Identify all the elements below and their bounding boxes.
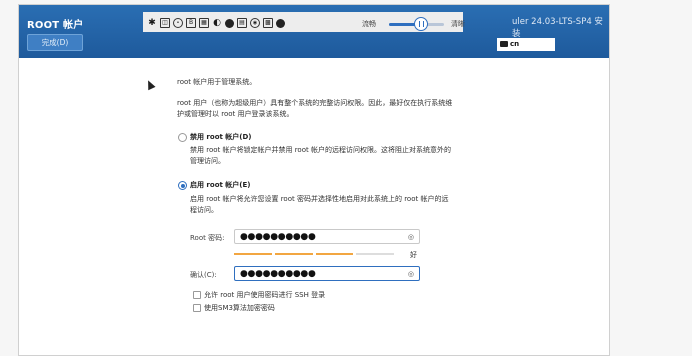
display-icon[interactable]: ▤ bbox=[237, 18, 247, 28]
grid-icon[interactable]: ▦ bbox=[199, 18, 209, 28]
desc-line-1: root 用户（也称为超级用户）具有整个系统的完整访问权限。因此，最好仅在执行系… bbox=[177, 99, 453, 107]
root-password-label: Root 密码: bbox=[190, 234, 225, 242]
disable-desc-2: 管理访问。 bbox=[190, 157, 225, 165]
disable-root-radio[interactable] bbox=[178, 133, 187, 142]
show-password-icon[interactable]: ◎ bbox=[408, 233, 414, 241]
quality-slider-thumb[interactable] bbox=[414, 17, 428, 31]
password-strength-label: 好 bbox=[410, 251, 417, 259]
root-password-value: ●●●●●●●●●● bbox=[240, 232, 316, 242]
contrast-icon[interactable]: ◐ bbox=[212, 18, 222, 28]
strength-segment bbox=[356, 253, 394, 255]
allow-ssh-label[interactable]: 允许 root 用户使用密码进行 SSH 登录 bbox=[204, 290, 325, 300]
help-icon[interactable] bbox=[276, 18, 285, 28]
keyboard-layout-label: cn bbox=[510, 40, 520, 48]
clear-label: 清晰 bbox=[451, 20, 465, 28]
confirm-password-value: ●●●●●●●●●● bbox=[240, 269, 316, 279]
password-strength-bar bbox=[234, 253, 394, 256]
enable-desc-1: 启用 root 帐户将允许您设置 root 密码并选择性地启用对此系统上的 ro… bbox=[190, 195, 449, 203]
target-icon[interactable]: • bbox=[173, 18, 183, 28]
product-title: uler 24.03-LTS-SP4 安装 bbox=[512, 17, 603, 39]
flow-label: 流畅 bbox=[362, 20, 376, 28]
screen-background: ROOT 帐户 完成(D) ✱ ◫ • B ▦ ◐ ▤ ◉ ▩ 流畅 清晰 ul… bbox=[0, 0, 692, 356]
strength-segment bbox=[315, 253, 354, 255]
intro-text: root 帐户用于管理系统。 bbox=[177, 78, 257, 86]
confirm-password-input[interactable]: ●●●●●●●●●● ◎ bbox=[234, 266, 420, 281]
done-button[interactable]: 完成(D) bbox=[27, 34, 83, 51]
desc-line-2: 护或管理时以 root 用户登录该系统。 bbox=[177, 110, 294, 118]
sm3-checkbox[interactable] bbox=[193, 304, 201, 312]
bold-icon[interactable]: B bbox=[186, 18, 196, 28]
color-icon[interactable] bbox=[225, 18, 234, 28]
strength-segment bbox=[274, 253, 313, 255]
confirm-password-label: 确认(C): bbox=[190, 271, 217, 279]
keyboard-icon[interactable]: ▩ bbox=[263, 18, 273, 28]
header-bar: ROOT 帐户 完成(D) ✱ ◫ • B ▦ ◐ ▤ ◉ ▩ 流畅 清晰 ul… bbox=[19, 5, 609, 58]
keyboard-icon bbox=[500, 41, 508, 47]
mouse-pointer-icon bbox=[144, 78, 156, 91]
pin-icon[interactable]: ✱ bbox=[147, 18, 157, 28]
show-confirm-password-icon[interactable]: ◎ bbox=[408, 270, 414, 278]
keyboard-layout-indicator[interactable]: cn bbox=[497, 38, 555, 51]
eye-filter-icon[interactable]: ◉ bbox=[250, 18, 260, 28]
root-password-input[interactable]: ●●●●●●●●●● ◎ bbox=[234, 229, 420, 244]
magnifier-icon[interactable]: ◫ bbox=[160, 18, 170, 28]
allow-ssh-checkbox[interactable] bbox=[193, 291, 201, 299]
installer-window: ROOT 帐户 完成(D) ✱ ◫ • B ▦ ◐ ▤ ◉ ▩ 流畅 清晰 ul… bbox=[18, 4, 610, 356]
enable-root-label[interactable]: 启用 root 帐户(E) bbox=[190, 180, 250, 190]
disable-root-label[interactable]: 禁用 root 帐户(D) bbox=[190, 132, 252, 142]
sm3-label[interactable]: 使用SM3算法加密密码 bbox=[204, 303, 275, 313]
enable-root-radio[interactable] bbox=[178, 181, 187, 190]
toolbar-icons: ✱ ◫ • B ▦ ◐ ▤ ◉ ▩ bbox=[147, 15, 285, 31]
page-title: ROOT 帐户 bbox=[27, 20, 84, 31]
strength-segment bbox=[234, 253, 272, 255]
disable-desc-1: 禁用 root 帐户将锁定帐户并禁用 root 帐户的远程访问权限。这将阻止对系… bbox=[190, 146, 451, 154]
enable-desc-2: 程访问。 bbox=[190, 206, 218, 214]
